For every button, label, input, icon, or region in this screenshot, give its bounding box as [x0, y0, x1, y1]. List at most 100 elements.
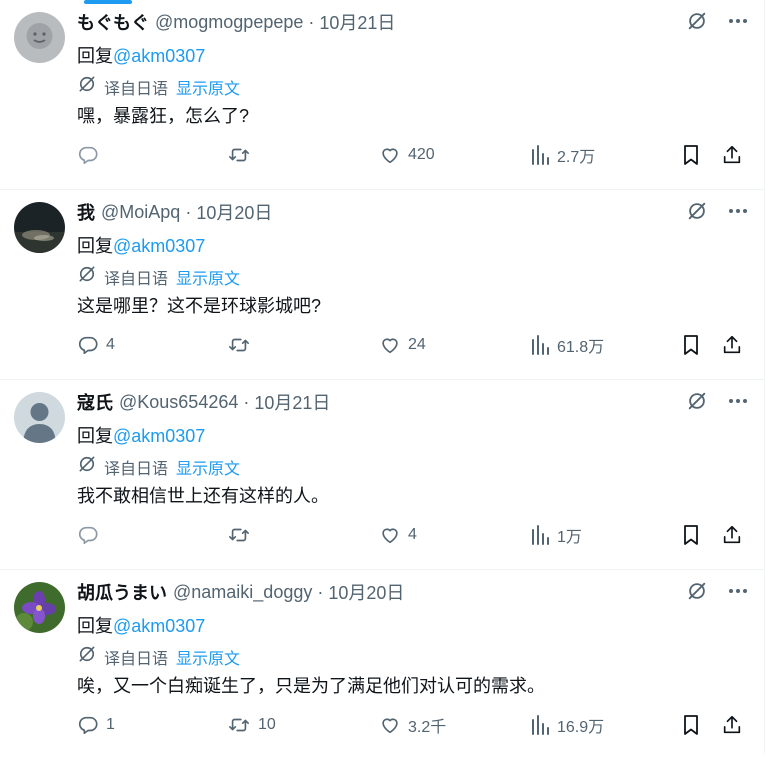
bookmark-button[interactable]: [681, 134, 701, 176]
reply-button[interactable]: [77, 134, 106, 176]
share-button[interactable]: [721, 704, 743, 746]
column-divider: [764, 0, 765, 753]
show-original-link[interactable]: 显示原文: [176, 75, 240, 99]
user-handle[interactable]: @MoiApq: [101, 202, 180, 223]
grok-icon[interactable]: [686, 10, 708, 37]
show-original-link[interactable]: 显示原文: [176, 645, 240, 669]
show-original-link[interactable]: 显示原文: [176, 265, 240, 289]
tweet-top-actions: [686, 200, 748, 227]
separator-dot: ·: [317, 581, 324, 602]
view-count: 61.8万: [557, 339, 605, 356]
bookmark-button[interactable]: [681, 704, 701, 746]
avatar[interactable]: [14, 582, 65, 633]
tweet-top-actions: [686, 10, 748, 37]
heart-icon: [382, 148, 398, 164]
like-count: 420: [408, 146, 435, 163]
more-options-icon[interactable]: [728, 11, 748, 36]
like-button[interactable]: 24: [379, 324, 426, 366]
tweet-date[interactable]: 10月21日: [254, 389, 330, 415]
retweet-button[interactable]: [227, 134, 258, 176]
reply-mention-link[interactable]: @akm0307: [113, 426, 205, 446]
tweet-date[interactable]: 10月21日: [319, 9, 395, 35]
show-original-link[interactable]: 显示原文: [176, 455, 240, 479]
smiley-avatar-icon: [14, 12, 65, 63]
views-button[interactable]: 2.7万: [530, 134, 595, 176]
tweet-reply[interactable]: もぐもぐ @mogmogpepepe · 10月21日 回复@akm0307 译…: [0, 0, 764, 190]
reply-mention-link[interactable]: @akm0307: [113, 616, 205, 636]
retweet-icon: [229, 528, 249, 542]
share-button[interactable]: [721, 514, 743, 556]
display-name[interactable]: 我: [77, 199, 95, 225]
user-handle[interactable]: @namaiki_doggy: [173, 582, 312, 603]
reply-prefix: 回复: [77, 46, 113, 66]
views-button[interactable]: 1万: [530, 514, 582, 556]
grok-icon[interactable]: [686, 580, 708, 607]
translated-from-label: 译自日语: [104, 460, 169, 478]
tweet-date[interactable]: 10月20日: [196, 199, 272, 225]
view-count: 2.7万: [557, 149, 596, 166]
translate-icon: [77, 74, 97, 99]
tweet-reply[interactable]: 我 @MoiApq · 10月20日 回复@akm0307 译自日语 显示原文 …: [0, 190, 764, 380]
views-chart-icon: [532, 525, 549, 545]
views-chart-icon: [532, 335, 549, 355]
share-icon: [723, 145, 741, 164]
retweet-icon: [229, 148, 249, 162]
tweet-top-actions: [686, 390, 748, 417]
reply-mention-link[interactable]: @akm0307: [113, 236, 205, 256]
tweet-reply[interactable]: 胡瓜うまい @namaiki_doggy · 10月20日 回复@akm0307…: [0, 570, 764, 760]
grok-icon[interactable]: [686, 200, 708, 227]
user-handle[interactable]: @mogmogpepepe: [155, 12, 303, 33]
bookmark-icon: [684, 715, 698, 735]
translation-bar: 译自日语 显示原文: [77, 644, 240, 669]
translated-from-label: 译自日语: [104, 650, 169, 668]
replying-to: 回复@akm0307: [77, 612, 205, 638]
bookmark-button[interactable]: [681, 324, 701, 366]
reply-button[interactable]: 4: [77, 324, 115, 366]
tweet-text: 我不敢相信世上还有这样的人。: [77, 486, 329, 506]
retweet-icon: [229, 338, 249, 352]
tweet-reply[interactable]: 寇氏 @Kous654264 · 10月21日 回复@akm0307 译自日语 …: [0, 380, 764, 570]
replying-to: 回复@akm0307: [77, 42, 205, 68]
retweet-button[interactable]: 10: [227, 704, 276, 746]
translation-bar: 译自日语 显示原文: [77, 454, 240, 479]
share-icon: [723, 715, 741, 734]
reply-mention-link[interactable]: @akm0307: [113, 46, 205, 66]
share-button[interactable]: [721, 134, 743, 176]
display-name[interactable]: 胡瓜うまい: [77, 579, 167, 605]
tweet-text: 唉，又一个白痴诞生了，只是为了满足他们对认可的需求。: [77, 676, 545, 696]
more-options-icon[interactable]: [728, 391, 748, 416]
reply-icon: [78, 716, 98, 735]
like-button[interactable]: 420: [379, 134, 435, 176]
more-options-icon[interactable]: [728, 581, 748, 606]
views-button[interactable]: 16.9万: [530, 704, 604, 746]
avatar[interactable]: [14, 392, 65, 443]
avatar[interactable]: [14, 202, 65, 253]
reply-button[interactable]: [77, 514, 106, 556]
reply-icon: [78, 146, 98, 165]
share-button[interactable]: [721, 324, 743, 366]
heart-icon: [382, 338, 398, 354]
tweet-header: もぐもぐ @mogmogpepepe · 10月21日: [77, 10, 395, 34]
bookmark-button[interactable]: [681, 514, 701, 556]
tweet-date[interactable]: 10月20日: [328, 579, 404, 605]
display-name[interactable]: もぐもぐ: [77, 9, 149, 35]
tweet-text: 这是哪里？这不是环球影城吧?: [77, 296, 322, 316]
translation-bar: 译自日语 显示原文: [77, 264, 240, 289]
views-chart-icon: [532, 145, 549, 165]
like-button[interactable]: 3.2千: [379, 704, 446, 746]
tweet-actions: 4 1万: [77, 514, 749, 556]
grok-icon[interactable]: [686, 390, 708, 417]
views-button[interactable]: 61.8万: [530, 324, 604, 366]
display-name[interactable]: 寇氏: [77, 389, 113, 415]
view-count: 1万: [557, 529, 582, 546]
translated-from-label: 译自日语: [104, 80, 169, 98]
retweet-button[interactable]: [227, 324, 258, 366]
more-options-icon[interactable]: [728, 201, 748, 226]
translated-from-label: 译自日语: [104, 270, 169, 288]
user-handle[interactable]: @Kous654264: [119, 392, 238, 413]
avatar[interactable]: [14, 12, 65, 63]
like-count: 4: [408, 526, 417, 543]
retweet-button[interactable]: [227, 514, 258, 556]
like-button[interactable]: 4: [379, 514, 417, 556]
reply-button[interactable]: 1: [77, 704, 115, 746]
